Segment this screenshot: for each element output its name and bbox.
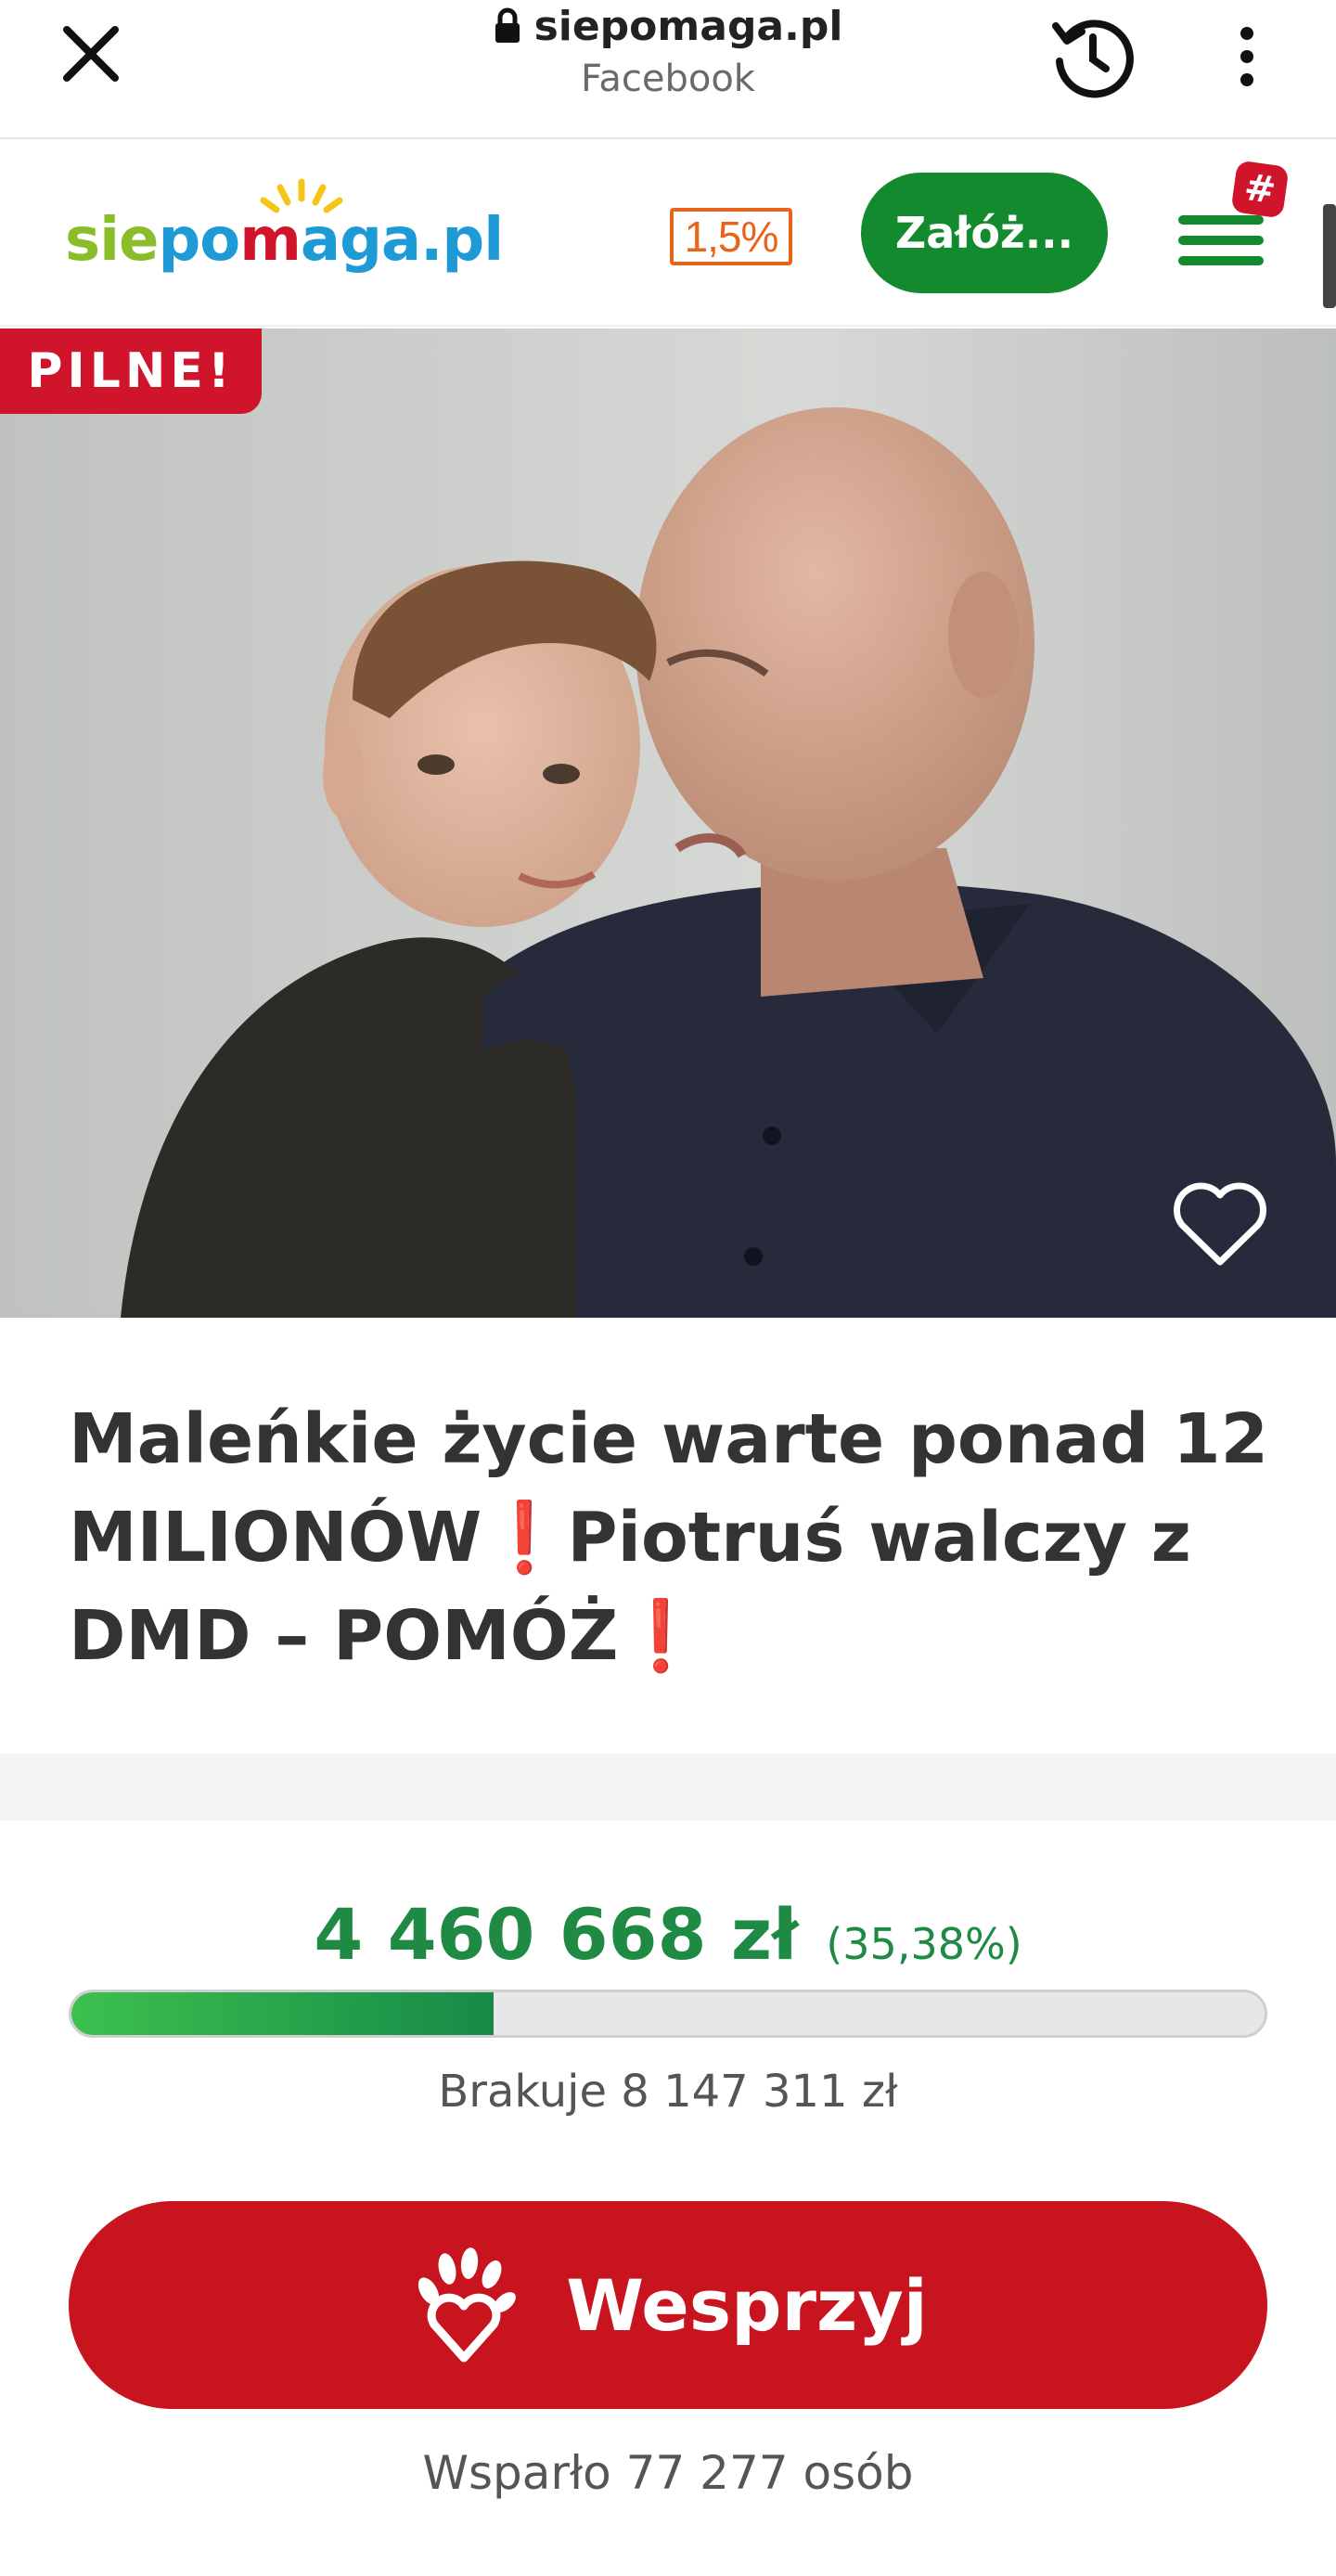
- fundraiser-title: Maleńkie życie warte ponad 12 MILIONÓW❗P…: [69, 1399, 1269, 1676]
- raised-percent: (35,38%): [826, 1919, 1022, 1969]
- fundraiser-photo: [0, 328, 1336, 1318]
- url-source: Facebook: [581, 58, 755, 100]
- progress-fill: [71, 1992, 494, 2035]
- heart-outline-icon[interactable]: [1169, 1179, 1271, 1271]
- history-icon[interactable]: [1047, 9, 1139, 102]
- hand-heart-icon: [418, 2248, 517, 2363]
- create-fundraiser-button[interactable]: Załóż...: [861, 173, 1108, 293]
- more-vert-icon[interactable]: [1221, 15, 1273, 98]
- url-display[interactable]: siepomaga.pl Facebook: [371, 0, 965, 139]
- support-button[interactable]: Wesprzyj: [69, 2201, 1267, 2409]
- close-icon[interactable]: [54, 17, 128, 91]
- section-divider: [0, 1754, 1336, 1821]
- urgent-badge: PILNE!: [0, 328, 262, 414]
- url-text: siepomaga.pl: [533, 2, 843, 50]
- lock-icon: [495, 7, 520, 43]
- title-card: Maleńkie życie warte ponad 12 MILIONÓW❗P…: [0, 1318, 1336, 1754]
- supporters-count: Wsparło 77 277 osób: [422, 2446, 914, 2500]
- missing-amount: Brakuje 8 147 311 zł: [438, 2066, 898, 2118]
- one-and-half-percent-badge[interactable]: 1,5%: [670, 208, 792, 265]
- hashtag-badge: #: [1230, 160, 1290, 219]
- logo-text: siepomaga.pl: [65, 206, 504, 275]
- site-header: siepomaga.pl 1,5% Załóż...: [0, 141, 1336, 327]
- progress-bar: [69, 1990, 1267, 2038]
- site-logo[interactable]: siepomaga.pl: [65, 178, 504, 290]
- browser-toolbar: siepomaga.pl Facebook: [0, 0, 1336, 139]
- raised-summary: 4 460 668 zł (35,38%): [0, 1893, 1336, 1977]
- raised-amount: 4 460 668 zł: [314, 1893, 799, 1976]
- scrollbar[interactable]: [1323, 204, 1336, 308]
- support-button-label: Wesprzyj: [566, 2263, 928, 2347]
